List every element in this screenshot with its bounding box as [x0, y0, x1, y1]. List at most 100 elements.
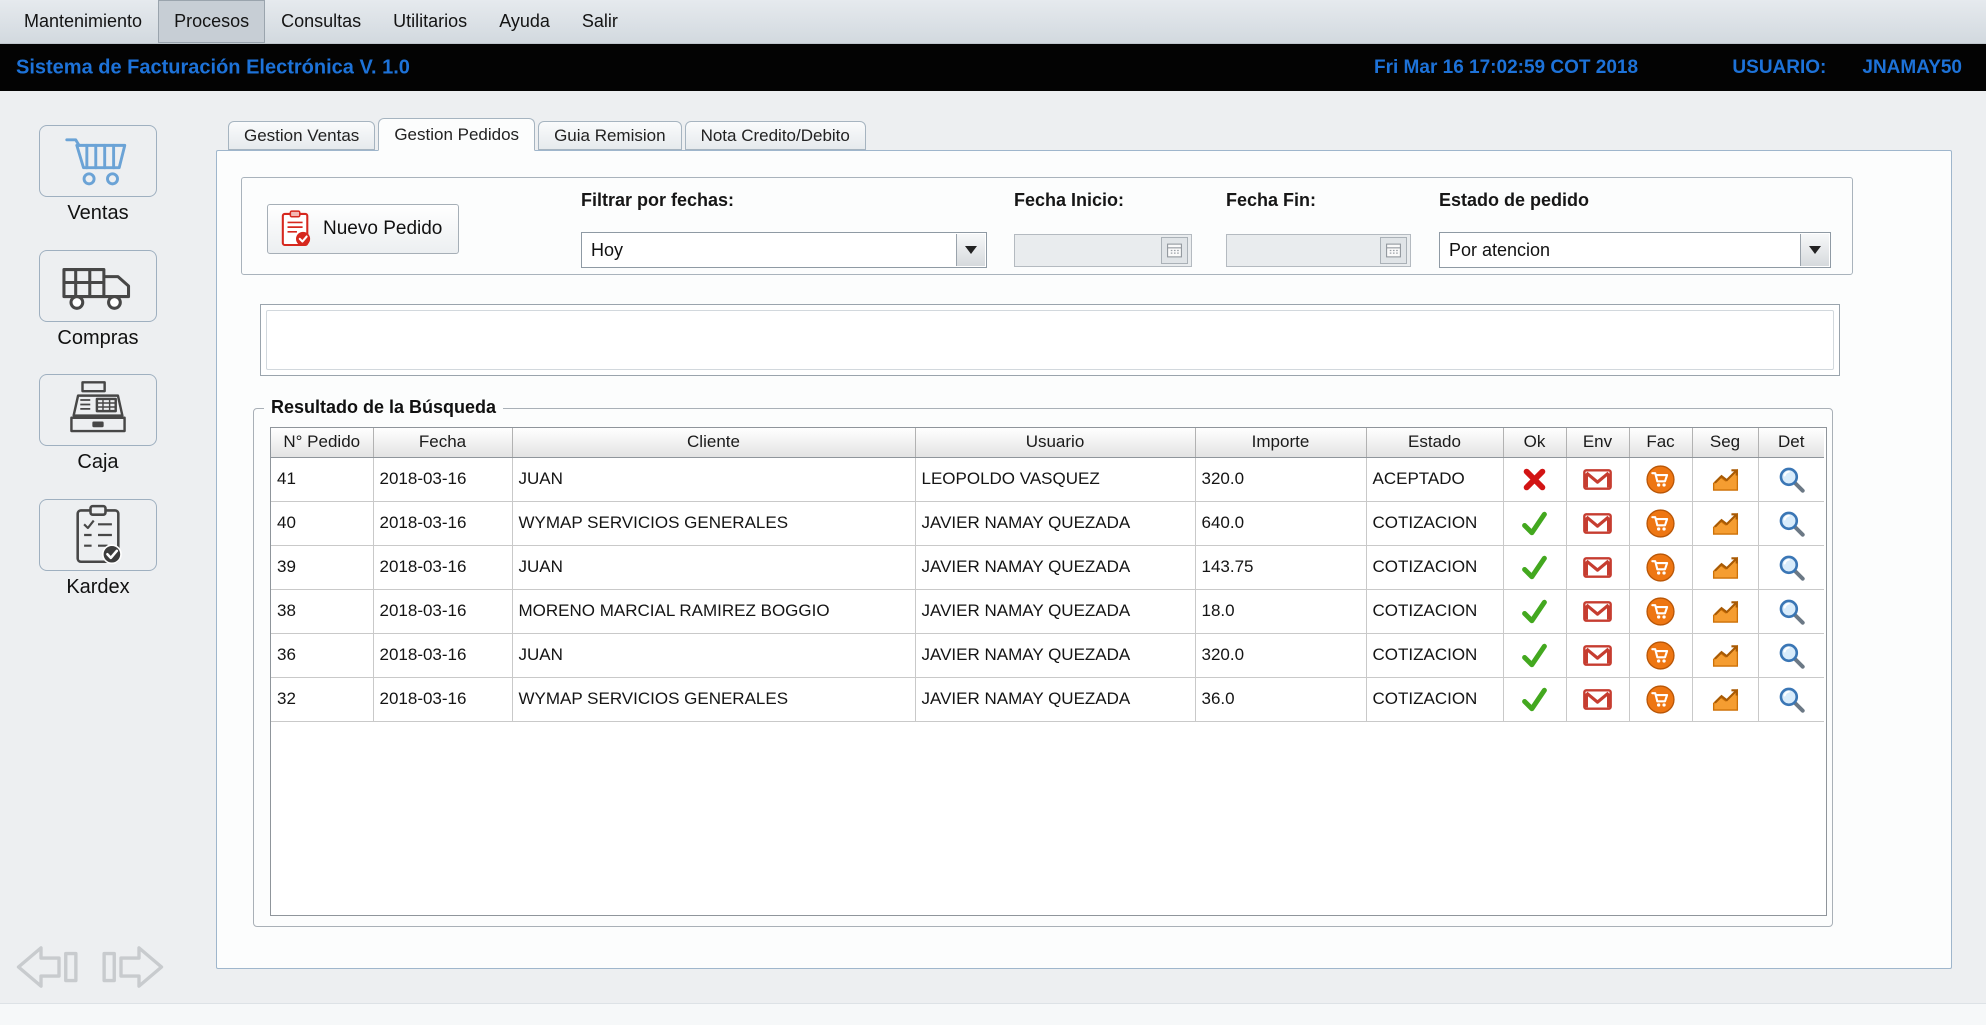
- seg-chart-icon[interactable]: [1692, 545, 1758, 589]
- end-date-input[interactable]: [1226, 234, 1411, 267]
- det-magnifier-icon[interactable]: [1758, 545, 1824, 589]
- menu-utilitarios[interactable]: Utilitarios: [377, 0, 483, 43]
- shopping-cart-icon: [39, 125, 157, 197]
- order-status-value: Por atencion: [1440, 240, 1550, 261]
- column-header-det[interactable]: Det: [1758, 428, 1824, 457]
- table-row[interactable]: 402018-03-16WYMAP SERVICIOS GENERALESJAV…: [271, 501, 1824, 545]
- table-row[interactable]: 412018-03-16JUANLEOPOLDO VASQUEZ320.0ACE…: [271, 457, 1824, 501]
- column-header-estado[interactable]: Estado: [1366, 428, 1503, 457]
- det-magnifier-icon[interactable]: [1758, 633, 1824, 677]
- column-header-fac[interactable]: Fac: [1629, 428, 1692, 457]
- column-header-usuario[interactable]: Usuario: [915, 428, 1195, 457]
- seg-chart-icon[interactable]: [1692, 589, 1758, 633]
- env-mail-icon[interactable]: [1566, 545, 1629, 589]
- ok-check-icon[interactable]: [1503, 545, 1566, 589]
- tab-gestion-ventas[interactable]: Gestion Ventas: [228, 121, 375, 150]
- cliente-cell: JUAN: [512, 545, 915, 589]
- order-status-select[interactable]: Por atencion: [1439, 232, 1831, 268]
- titlebar: Sistema de Facturación Electrónica V. 1.…: [0, 44, 1986, 91]
- column-header-cliente[interactable]: Cliente: [512, 428, 915, 457]
- importe-cell: 640.0: [1195, 501, 1366, 545]
- cliente-cell: JUAN: [512, 633, 915, 677]
- fac-cart-icon[interactable]: [1629, 633, 1692, 677]
- sidebar-item-ventas[interactable]: Ventas: [38, 125, 158, 225]
- table-row[interactable]: 382018-03-16MORENO MARCIAL RAMIREZ BOGGI…: [271, 589, 1824, 633]
- tab-nota-credito-debito[interactable]: Nota Credito/Debito: [685, 121, 866, 150]
- cliente-cell: WYMAP SERVICIOS GENERALES: [512, 501, 915, 545]
- det-magnifier-icon[interactable]: [1758, 677, 1824, 721]
- ok-check-icon[interactable]: [1503, 677, 1566, 721]
- tab-gestion-pedidos[interactable]: Gestion Pedidos: [378, 118, 535, 151]
- ok-check-icon[interactable]: [1503, 501, 1566, 545]
- ok-check-icon[interactable]: [1503, 633, 1566, 677]
- fac-cart-icon[interactable]: [1629, 457, 1692, 501]
- fac-cart-icon[interactable]: [1629, 545, 1692, 589]
- chevron-down-icon: [1809, 246, 1821, 254]
- tab-guia-remision[interactable]: Guia Remision: [538, 121, 682, 150]
- cliente-cell: WYMAP SERVICIOS GENERALES: [512, 677, 915, 721]
- fecha-cell: 2018-03-16: [373, 677, 512, 721]
- seg-chart-icon[interactable]: [1692, 633, 1758, 677]
- seg-chart-icon[interactable]: [1692, 677, 1758, 721]
- sidebar-item-compras[interactable]: Compras: [38, 250, 158, 350]
- env-mail-icon[interactable]: [1566, 501, 1629, 545]
- env-mail-icon[interactable]: [1566, 677, 1629, 721]
- start-date-input[interactable]: [1014, 234, 1192, 267]
- cliente-cell: JUAN: [512, 457, 915, 501]
- env-mail-icon[interactable]: [1566, 457, 1629, 501]
- nav-back-icon[interactable]: [14, 942, 86, 992]
- seg-chart-icon[interactable]: [1692, 457, 1758, 501]
- estado-cell: COTIZACION: [1366, 501, 1503, 545]
- ok-check-icon[interactable]: [1503, 589, 1566, 633]
- user-info: USUARIO: JNAMAY50: [1732, 57, 1962, 79]
- nav-forward-icon[interactable]: [94, 942, 166, 992]
- clipboard-check-icon: [39, 499, 157, 571]
- estado-cell: ACEPTADO: [1366, 457, 1503, 501]
- env-mail-icon[interactable]: [1566, 589, 1629, 633]
- column-header-env[interactable]: Env: [1566, 428, 1629, 457]
- dropdown-arrow-button[interactable]: [1800, 234, 1829, 266]
- column-header-ok[interactable]: Ok: [1503, 428, 1566, 457]
- dropdown-arrow-button[interactable]: [956, 234, 985, 266]
- ok-cross-icon[interactable]: [1503, 457, 1566, 501]
- fac-cart-icon[interactable]: [1629, 589, 1692, 633]
- env-mail-icon[interactable]: [1566, 633, 1629, 677]
- table-row[interactable]: 362018-03-16JUANJAVIER NAMAY QUEZADA320.…: [271, 633, 1824, 677]
- new-order-button[interactable]: Nuevo Pedido: [267, 204, 459, 254]
- menu-ayuda[interactable]: Ayuda: [483, 0, 566, 43]
- column-header-seg[interactable]: Seg: [1692, 428, 1758, 457]
- menu-mantenimiento[interactable]: Mantenimiento: [8, 0, 158, 43]
- menu-salir[interactable]: Salir: [566, 0, 634, 43]
- det-magnifier-icon[interactable]: [1758, 457, 1824, 501]
- menu-procesos[interactable]: Procesos: [158, 0, 265, 43]
- calendar-icon: [1385, 242, 1402, 259]
- filter-by-dates-label: Filtrar por fechas:: [581, 190, 734, 211]
- filter-by-dates-select[interactable]: Hoy: [581, 232, 987, 268]
- importe-cell: 36.0: [1195, 677, 1366, 721]
- delivery-truck-icon: [39, 250, 157, 322]
- column-header-fecha[interactable]: Fecha: [373, 428, 512, 457]
- sidebar-item-kardex[interactable]: Kardex: [38, 499, 158, 599]
- table-header-row: N° Pedido Fecha Cliente Usuario Importe …: [271, 428, 1824, 457]
- fac-cart-icon[interactable]: [1629, 677, 1692, 721]
- estado-cell: COTIZACION: [1366, 545, 1503, 589]
- usuario-cell: JAVIER NAMAY QUEZADA: [915, 501, 1195, 545]
- seg-chart-icon[interactable]: [1692, 501, 1758, 545]
- sidebar-item-caja[interactable]: Caja: [38, 374, 158, 474]
- column-header-pedido[interactable]: N° Pedido: [271, 428, 373, 457]
- det-magnifier-icon[interactable]: [1758, 501, 1824, 545]
- start-date-label: Fecha Inicio:: [1014, 190, 1124, 211]
- column-header-importe[interactable]: Importe: [1195, 428, 1366, 457]
- start-date-calendar-button[interactable]: [1161, 237, 1188, 264]
- end-date-calendar-button[interactable]: [1380, 237, 1407, 264]
- usuario-cell: JAVIER NAMAY QUEZADA: [915, 545, 1195, 589]
- usuario-cell: JAVIER NAMAY QUEZADA: [915, 633, 1195, 677]
- tab-bar: Gestion Ventas Gestion Pedidos Guia Remi…: [228, 118, 869, 151]
- menu-consultas[interactable]: Consultas: [265, 0, 377, 43]
- det-magnifier-icon[interactable]: [1758, 589, 1824, 633]
- table-row[interactable]: 392018-03-16JUANJAVIER NAMAY QUEZADA143.…: [271, 545, 1824, 589]
- results-table: N° Pedido Fecha Cliente Usuario Importe …: [270, 427, 1827, 916]
- table-row[interactable]: 322018-03-16WYMAP SERVICIOS GENERALESJAV…: [271, 677, 1824, 721]
- fac-cart-icon[interactable]: [1629, 501, 1692, 545]
- search-input[interactable]: [260, 304, 1840, 376]
